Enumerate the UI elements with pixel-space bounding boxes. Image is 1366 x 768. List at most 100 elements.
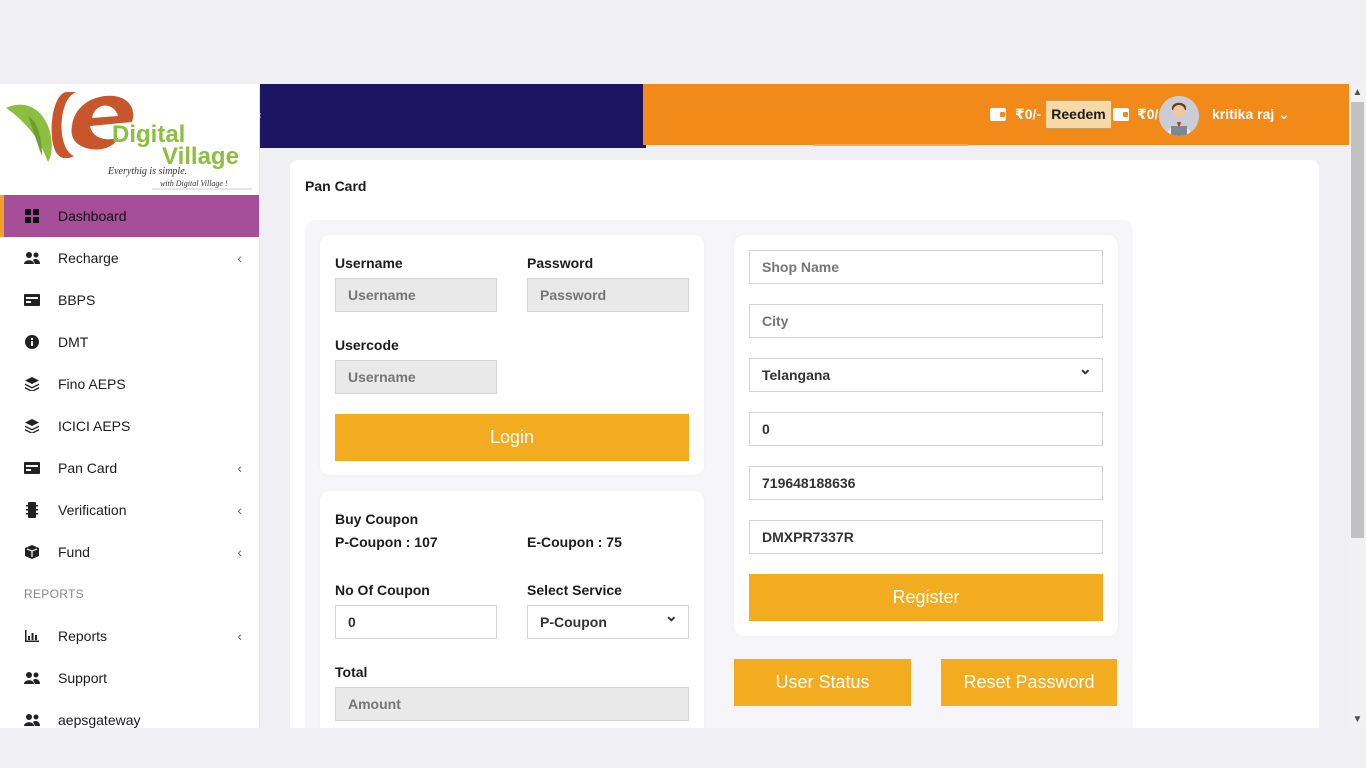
vertical-scrollbar[interactable]: ▲ ▼ (1349, 84, 1366, 728)
active-tab-indicator (813, 144, 968, 146)
sidebar-item-label: ICICI AEPS (58, 418, 131, 434)
sidebar-item-label: Fino AEPS (58, 376, 126, 392)
svg-text:Everythig is simple.: Everythig is simple. (107, 166, 187, 177)
sidebar-menu: Dashboard Recharge ‹ BBPS DMT Fino AEPS … (0, 195, 259, 728)
login-box: Username Password Usercode Login (320, 235, 704, 475)
user-name-label: kritika raj (1212, 106, 1275, 122)
layers-icon (24, 418, 40, 434)
select-service-value: P-Coupon (540, 614, 607, 630)
user-avatar[interactable] (1159, 96, 1199, 136)
sidebar-item-label: Recharge (58, 250, 119, 266)
sidebar-item-reports[interactable]: Reports ‹ (0, 615, 259, 657)
sidebar-item-label: Pan Card (58, 460, 118, 476)
select-service-dropdown[interactable]: P-Coupon (527, 601, 689, 639)
reset-password-button[interactable]: Reset Password (941, 659, 1117, 706)
sidebar: Digital Village Everythig is simple. wit… (0, 84, 260, 728)
sidebar-item-aepsgateway[interactable]: aepsgateway (0, 699, 259, 728)
no-of-coupon-input[interactable]: 0 (335, 605, 497, 639)
chart-icon (24, 628, 40, 644)
page-title: Pan Card (305, 178, 367, 194)
total-label: Total (335, 664, 368, 680)
e-coupon-count: E-Coupon : 75 (527, 534, 622, 550)
no-of-coupon-label: No Of Coupon (335, 582, 430, 598)
select-service-label: Select Service (527, 582, 622, 598)
top-header-bar: ₹0/- Reedem ₹0/ kritika raj ⌄ (643, 84, 1349, 146)
pincode-input[interactable]: 0 (749, 412, 1103, 446)
sidebar-item-label: Support (58, 670, 108, 686)
chevron-left-icon: ‹ (237, 460, 242, 476)
amount-input[interactable] (335, 687, 689, 721)
login-button[interactable]: Login (335, 414, 689, 461)
sidebar-item-dmt[interactable]: DMT (0, 321, 259, 363)
scrollbar-thumb[interactable] (1351, 102, 1364, 538)
top-nav-bar: ‹ (258, 84, 646, 148)
register-box: Telangana 0 719648188636 DMXPR7337R Regi… (734, 235, 1118, 636)
sidebar-item-label: Dashboard (58, 208, 127, 224)
sidebar-item-fund[interactable]: Fund ‹ (0, 531, 259, 573)
register-button[interactable]: Register (749, 574, 1103, 621)
pan-card-panel: Username Password Usercode Login Buy Cou… (305, 220, 1133, 728)
sidebar-item-label: BBPS (58, 292, 96, 308)
scroll-up-icon[interactable]: ▲ (1349, 84, 1366, 101)
password-input[interactable] (527, 278, 689, 312)
chevron-left-icon: ‹ (237, 628, 242, 644)
p-coupon-count: P-Coupon : 107 (335, 534, 438, 550)
chip-icon (24, 502, 40, 518)
scroll-down-icon[interactable]: ▼ (1349, 711, 1366, 728)
wallet-icon (990, 108, 1006, 121)
usercode-label: Usercode (335, 337, 399, 353)
sidebar-item-label: Verification (58, 502, 127, 518)
pan-number-input[interactable]: DMXPR7337R (749, 520, 1103, 554)
city-input[interactable] (749, 304, 1103, 338)
shop-name-input[interactable] (749, 250, 1103, 284)
state-value: Telangana (762, 367, 831, 383)
username-input[interactable] (335, 278, 497, 312)
sidebar-toggle-icon[interactable]: ‹ (258, 110, 264, 121)
state-dropdown[interactable]: Telangana (749, 354, 1103, 392)
redeem-button[interactable]: Reedem (1045, 100, 1112, 129)
buy-coupon-title: Buy Coupon (335, 511, 419, 527)
buy-coupon-box: Buy Coupon P-Coupon : 107 E-Coupon : 75 … (320, 491, 704, 728)
sidebar-item-support[interactable]: Support (0, 657, 259, 699)
user-status-button[interactable]: User Status (734, 659, 911, 706)
users-icon (24, 250, 40, 266)
wallet-icon (1113, 108, 1129, 121)
sidebar-item-label: Fund (58, 544, 90, 560)
chevron-left-icon: ‹ (237, 544, 242, 560)
sidebar-item-label: DMT (58, 334, 89, 350)
svg-text:with Digital Village !: with Digital Village ! (160, 179, 228, 188)
username-label: Username (335, 255, 403, 271)
sidebar-item-pan-card[interactable]: Pan Card ‹ (0, 447, 259, 489)
users-icon (24, 670, 40, 686)
sidebar-item-verification[interactable]: Verification ‹ (0, 489, 259, 531)
layers-icon (24, 376, 40, 392)
sidebar-item-fino-aeps[interactable]: Fino AEPS (0, 363, 259, 405)
chevron-down-icon: ⌄ (1278, 106, 1290, 122)
sidebar-item-recharge[interactable]: Recharge ‹ (0, 237, 259, 279)
box-icon (24, 544, 40, 560)
chevron-left-icon: ‹ (237, 250, 242, 266)
sidebar-item-dashboard[interactable]: Dashboard (0, 195, 259, 237)
usercode-input[interactable] (335, 360, 497, 394)
card-icon (24, 460, 40, 476)
chevron-left-icon: ‹ (237, 502, 242, 518)
users-icon (24, 712, 40, 728)
reports-section-heading: REPORTS (24, 587, 84, 601)
wallet-balance-2: ₹0/ (1137, 106, 1159, 122)
aadhaar-input[interactable]: 719648188636 (749, 466, 1103, 500)
user-name-dropdown[interactable]: kritika raj ⌄ (1212, 106, 1290, 123)
sidebar-item-label: Reports (58, 628, 108, 644)
brand-logo[interactable]: Digital Village Everythig is simple. wit… (2, 86, 258, 192)
sidebar-item-label: aepsgateway (58, 712, 141, 728)
main-content-card: Pan Card Username Password Usercode Logi… (290, 160, 1319, 728)
grid-icon (24, 208, 40, 224)
sidebar-item-icici-aeps[interactable]: ICICI AEPS (0, 405, 259, 447)
app-viewport: Digital Village Everythig is simple. wit… (0, 84, 1349, 728)
info-icon (24, 334, 40, 350)
wallet-balance: ₹0/- (1015, 106, 1042, 122)
logo-graphic: Digital Village Everythig is simple. wit… (6, 92, 252, 190)
password-label: Password (527, 255, 594, 271)
bottom-band (0, 728, 1366, 768)
card-icon (24, 292, 40, 308)
sidebar-item-bbps[interactable]: BBPS (0, 279, 259, 321)
